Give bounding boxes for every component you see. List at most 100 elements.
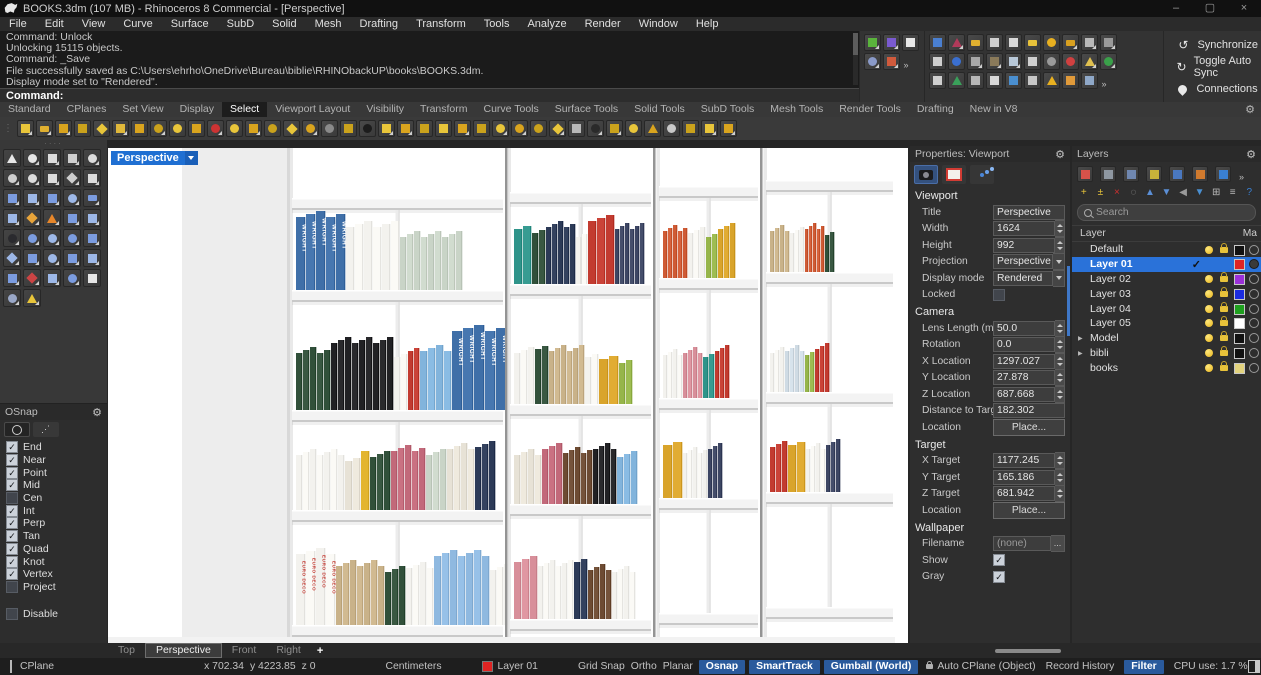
spin-up-icon[interactable] (1057, 324, 1063, 327)
toolbar-fence-tool-icon[interactable] (682, 120, 699, 137)
prop-field-height[interactable]: 992 (993, 238, 1055, 253)
dock-ghs-label-icon[interactable] (1024, 72, 1041, 89)
collapse-icon[interactable]: ◀ (1175, 185, 1191, 200)
layer-row-layer-01[interactable]: Layer 01✓ (1072, 257, 1261, 272)
dock-a-more[interactable]: » (903, 60, 908, 70)
dock-monitor-sync-icon[interactable] (1005, 53, 1022, 70)
sidebar-ellipse-tool-icon[interactable] (3, 169, 21, 187)
sidebar-slab-icon[interactable] (83, 189, 101, 207)
colors-panel-icon[interactable] (1146, 166, 1162, 182)
prop-field-filename[interactable]: (none) (993, 536, 1051, 551)
toolbar-material-editor-icon[interactable] (378, 120, 395, 137)
sidebar-select-arrow-icon[interactable] (3, 149, 21, 167)
panel-toggle-icon[interactable] (1248, 660, 1260, 673)
spin-up-icon[interactable] (1057, 241, 1063, 244)
sidebar-copy-tool-icon[interactable] (23, 249, 41, 267)
layer-visibility-bulb-icon[interactable] (1205, 364, 1213, 372)
sidebar-arc-tool-icon[interactable] (23, 169, 41, 187)
expand-arrow-icon[interactable]: ▶ (1078, 335, 1083, 342)
osnap-checkbox-project[interactable] (6, 581, 18, 593)
layer-color-swatch[interactable] (1234, 363, 1245, 374)
dock-rainbow-material-icon[interactable] (883, 53, 900, 70)
layer-color-swatch[interactable] (1234, 348, 1245, 359)
toolbar-tab-curve-tools[interactable]: Curve Tools (476, 102, 547, 117)
sidebar-surface-corner-icon[interactable] (3, 189, 21, 207)
prop-checkbox-gray[interactable]: ✓ (993, 571, 1005, 583)
spin-down-icon[interactable] (1057, 495, 1063, 498)
toolbar-gold-cube-icon[interactable] (701, 120, 718, 137)
prop-dropdown-display-mode[interactable] (1053, 270, 1065, 287)
toolbar-crate-tool-icon[interactable] (606, 120, 623, 137)
status-ortho[interactable]: Ortho (631, 661, 657, 672)
synchronize-item[interactable]: ↺Synchronize (1167, 35, 1258, 55)
menu-analyze[interactable]: Analyze (518, 17, 575, 31)
dock-list-options-icon[interactable] (929, 72, 946, 89)
toolbar-open-file-icon[interactable] (36, 120, 53, 137)
toolbar-select-all-icon[interactable] (207, 120, 224, 137)
layer-material-icon[interactable] (1249, 259, 1259, 269)
spin-up-icon[interactable] (1057, 489, 1063, 492)
layers-tabs-more[interactable]: » (1239, 172, 1244, 182)
help-icon[interactable]: ? (1241, 185, 1257, 200)
prop-field-width[interactable]: 1624 (993, 221, 1055, 236)
layer-color-swatch[interactable] (1234, 274, 1245, 285)
prop-button-location[interactable]: Place... (993, 502, 1065, 519)
spin-down-icon[interactable] (1057, 379, 1063, 382)
prop-spinner-y-location[interactable] (1055, 369, 1065, 386)
properties-gear-icon[interactable]: ⚙ (1055, 148, 1065, 161)
toolbar-rotate-view-icon[interactable] (302, 120, 319, 137)
layer-row-layer-03[interactable]: Layer 03 (1072, 286, 1261, 301)
sidebar-lightning-split-icon[interactable] (43, 209, 61, 227)
dock-sweeper-icon[interactable] (967, 72, 984, 89)
toolbar-spiral-icon[interactable] (511, 120, 528, 137)
toolbar-tab-select[interactable]: Select (222, 102, 267, 117)
prop-spinner-x-location[interactable] (1055, 353, 1065, 370)
menu-window[interactable]: Window (630, 17, 687, 31)
status-filter[interactable]: Filter (1124, 660, 1163, 674)
status-layer-01[interactable]: Layer 01 (482, 661, 538, 672)
viewport-label-text[interactable]: Perspective (111, 151, 185, 165)
toolbar-render-icon-icon[interactable] (359, 120, 376, 137)
layer-lock-icon[interactable] (1220, 335, 1228, 341)
osnap-checkbox-perp[interactable]: ✓ (6, 517, 18, 529)
layer-color-swatch[interactable] (1234, 245, 1245, 256)
dock-script-editor-icon[interactable] (986, 34, 1003, 51)
layer-lock-icon[interactable] (1220, 365, 1228, 371)
prop-field-rotation[interactable]: 0.0 (993, 337, 1055, 352)
osnap-gear-icon[interactable]: ⚙ (92, 406, 102, 419)
list-view-icon[interactable]: ≡ (1225, 185, 1241, 200)
prop-spinner-rotation[interactable] (1055, 336, 1065, 353)
sidebar-grip[interactable]: ···· (0, 140, 107, 148)
osnap-checkbox-int[interactable]: ✓ (6, 505, 18, 517)
add-viewport-tab-button[interactable]: + (317, 645, 323, 657)
toolbar-undo-icon[interactable] (150, 120, 167, 137)
delete-layer-icon[interactable]: × (1109, 185, 1125, 200)
spin-up-icon[interactable] (1057, 224, 1063, 227)
layer-row-layer-02[interactable]: Layer 02 (1072, 272, 1261, 287)
new-sublayer-icon[interactable]: ± (1093, 185, 1109, 200)
sidebar-sphere-solid-icon[interactable] (63, 189, 81, 207)
toolbar-object-props-icon[interactable] (473, 120, 490, 137)
dock-loop-arrows-icon[interactable] (1024, 53, 1041, 70)
sidebar-surface-edge-icon[interactable] (23, 189, 41, 207)
toolbar-dot-tool-icon[interactable] (625, 120, 642, 137)
dock-paint-sphere-icon[interactable] (948, 53, 965, 70)
dock-grid-add-icon[interactable] (1081, 34, 1098, 51)
sidebar-trim-tool-icon[interactable] (83, 209, 101, 227)
material-column-header[interactable]: Ma (1243, 228, 1257, 239)
dock-calculator-icon[interactable] (1081, 72, 1098, 89)
viewport-label-caret[interactable] (185, 151, 198, 165)
display-panel-icon[interactable] (1100, 166, 1116, 182)
prop-field-y-location[interactable]: 27.878 (993, 370, 1055, 385)
connections-item[interactable]: Connections (1167, 79, 1258, 99)
dock-bag-icon[interactable] (1062, 72, 1079, 89)
toolbar-cut-icon[interactable] (93, 120, 110, 137)
dock-copy-stack-icon[interactable] (1100, 34, 1117, 51)
spin-up-icon[interactable] (1057, 456, 1063, 459)
toolbar-grip[interactable]: ⋮ (3, 123, 14, 134)
toolbar-tab-drafting[interactable]: Drafting (909, 102, 962, 117)
prop-field-lens-length-mm[interactable]: 50.0 (993, 321, 1055, 336)
toolbar-wireframe-icon[interactable] (340, 120, 357, 137)
layer-visibility-bulb-icon[interactable] (1205, 305, 1213, 313)
minimize-button[interactable]: – (1159, 0, 1193, 17)
